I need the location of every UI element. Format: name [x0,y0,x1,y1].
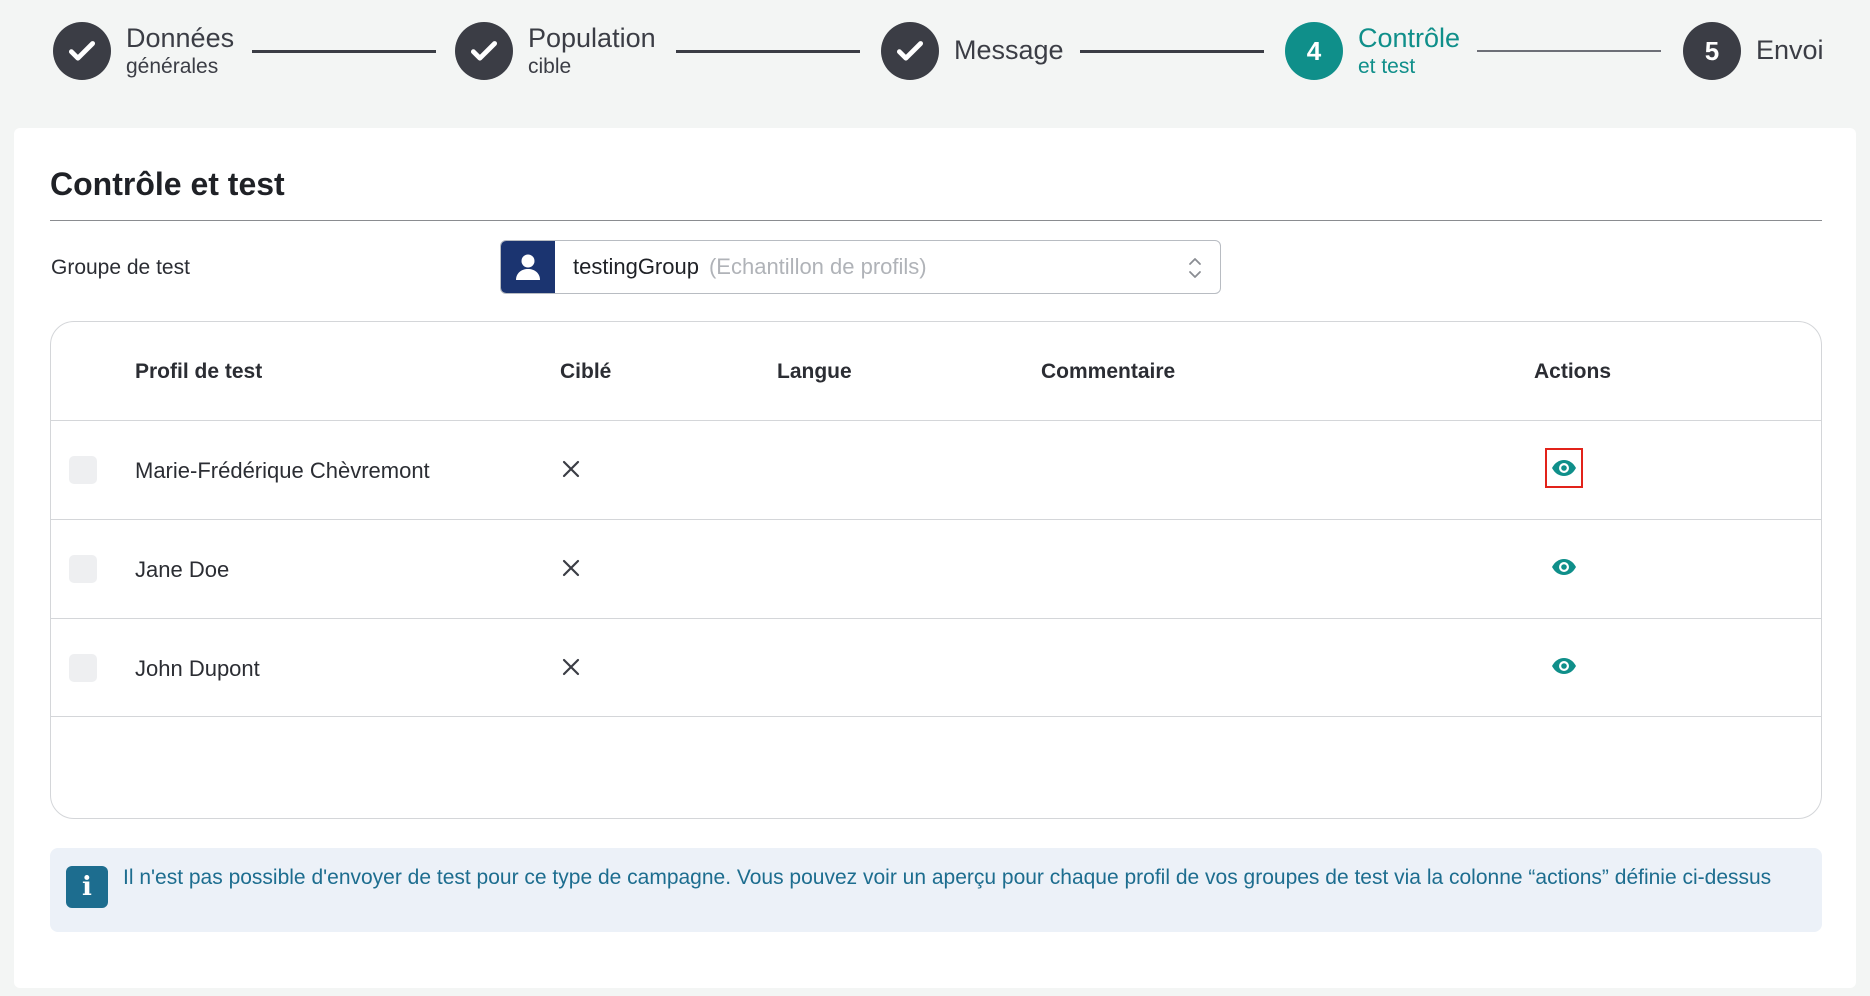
test-profiles-table: Profil de test Ciblé Langue Commentaire … [50,321,1822,819]
step-subtitle: cible [528,55,572,79]
column-header-language[interactable]: Langue [777,360,852,384]
preview-button[interactable] [1545,547,1583,587]
step-2-done-badge [455,22,513,80]
eye-icon [1552,460,1576,476]
step-3-done-badge [881,22,939,80]
table-row: Jane Doe [51,519,1821,618]
page-title: Contrôle et test [50,166,285,202]
table-header: Profil de test Ciblé Langue Commentaire … [51,322,1821,422]
profile-name: John Dupont [135,656,260,681]
step-connector [1080,50,1264,53]
table-row: John Dupont [51,618,1821,717]
chevron-updown-icon [1189,258,1201,278]
column-header-targeted[interactable]: Ciblé [560,360,611,384]
step-population-cible[interactable]: Population cible [455,22,656,80]
column-header-comment[interactable]: Commentaire [1041,360,1175,384]
step-number-badge: 4 [1285,22,1343,80]
eye-icon [1552,658,1576,674]
title-divider [50,220,1822,221]
step-number-badge: 5 [1683,22,1741,80]
info-text: Il n'est pas possible d'envoyer de test … [123,866,1772,889]
eye-icon [1552,559,1576,575]
step-title: Envoi [1756,35,1824,66]
step-donnees-generales[interactable]: Données générales [53,22,234,80]
user-icon [516,254,540,280]
step-connector [676,50,860,53]
select-icon-box [501,241,555,293]
column-header-profile[interactable]: Profil de test [135,360,262,384]
step-connector [1477,50,1661,52]
step-subtitle: et test [1358,55,1416,79]
info-icon: i [66,866,108,908]
step-controle-et-test[interactable]: 4 Contrôle et test [1285,22,1460,80]
test-group-select[interactable]: testingGroup (Echantillon de profils) [500,240,1221,294]
close-icon [562,658,580,676]
select-value: testingGroup [573,254,699,279]
preview-button[interactable] [1545,448,1583,488]
step-title: Message [954,35,1064,66]
check-icon [68,41,96,61]
check-icon [896,41,924,61]
step-subtitle: générales [126,55,219,79]
table-row: Marie-Frédérique Chèvremont [51,420,1821,519]
info-banner: i Il n'est pas possible d'envoyer de tes… [50,848,1822,932]
step-1-done-badge [53,22,111,80]
profile-name: Marie-Frédérique Chèvremont [135,458,430,483]
stepper: Données générales Population cible Messa… [0,0,1870,110]
profile-name: Jane Doe [135,557,230,582]
preview-button[interactable] [1545,646,1583,686]
close-icon [562,559,580,577]
main-card: Contrôle et test Groupe de test testingG… [14,128,1856,988]
close-icon [562,460,580,478]
step-title: Contrôle [1358,22,1461,53]
step-connector [252,50,436,53]
row-checkbox[interactable] [69,456,97,484]
step-title: Données [126,22,235,53]
test-group-label: Groupe de test [51,256,190,279]
row-checkbox[interactable] [69,555,97,583]
row-checkbox[interactable] [69,654,97,682]
step-envoi[interactable]: 5 Envoi [1683,22,1824,80]
check-icon [470,41,498,61]
step-title: Population [528,22,656,53]
column-header-actions: Actions [1534,360,1612,383]
select-hint: (Echantillon de profils) [708,254,927,279]
step-message[interactable]: Message [881,22,1064,80]
